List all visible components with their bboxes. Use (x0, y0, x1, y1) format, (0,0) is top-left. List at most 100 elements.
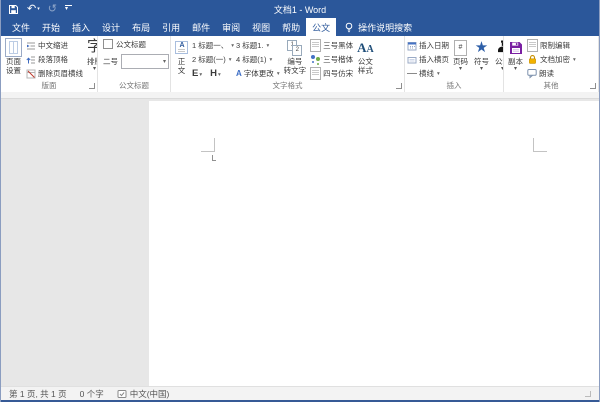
chevron-down-icon (459, 67, 462, 72)
checkbox-icon (103, 39, 113, 49)
ribbon-group-layout: 页面 设置 中文缩进 段落顶格 删除页眉横线 排 ▾ 版面 (1, 36, 98, 92)
floppy-disk-icon (509, 41, 523, 55)
page-setup-button[interactable]: 页面 设置 (3, 37, 24, 80)
paragraph-top-button[interactable]: 段落顶格 (26, 53, 83, 66)
number-to-text-button[interactable]: 12 编号转文字 (282, 37, 309, 80)
document-page[interactable] (149, 101, 599, 386)
lightbulb-icon (344, 22, 354, 33)
document-area (1, 99, 599, 386)
dialog-launcher-icon[interactable] (396, 83, 402, 89)
ribbon-group-doc-title: 公文标题 二号 公文标题 (98, 36, 171, 92)
redo-icon: ↺ (47, 2, 57, 15)
ribbon: 页面 设置 中文缩进 段落顶格 删除页眉横线 排 ▾ 版面 公文标题 二号 ▾ … (1, 36, 599, 92)
paragraph-top-icon (26, 55, 36, 65)
typeset-button[interactable]: 字 排版 (85, 37, 97, 80)
language-status[interactable]: 中文(中国) (117, 388, 169, 400)
people-icon (310, 54, 321, 65)
seal-button[interactable]: 公章 (493, 37, 503, 80)
hei-font-button[interactable]: 三号黑体 (310, 39, 353, 52)
group-label-doc-title: 公文标题 (119, 81, 149, 90)
heading2-button[interactable]: 2 标题(一) (192, 53, 234, 66)
lock-icon (527, 54, 538, 65)
horizontal-line-button[interactable]: 横线 (407, 67, 449, 80)
title-size-label: 二号 (103, 56, 118, 66)
ribbon-tab-bar: 文件 开始 插入 设计 布局 引用 邮件 审阅 视图 帮助 公文 操作说明搜索 (1, 18, 599, 36)
tab-references[interactable]: 引用 (156, 18, 186, 36)
tell-me-search[interactable]: 操作说明搜索 (336, 18, 420, 36)
tab-design[interactable]: 设计 (96, 18, 126, 36)
heading4-button[interactable]: 4 标题(1) (236, 53, 280, 66)
save-icon[interactable] (8, 4, 19, 15)
page-number-icon: # (454, 39, 467, 56)
insert-landscape-button[interactable]: 插入横页 (407, 53, 449, 66)
symbol-button[interactable]: ★ 符号 (472, 37, 491, 80)
font-change-button[interactable]: A 字体更改 (236, 67, 280, 80)
tab-layout[interactable]: 布局 (126, 18, 156, 36)
tab-file[interactable]: 文件 (6, 18, 36, 36)
ribbon-group-insert: 插入日期 插入横页 横线 # 页码 (405, 36, 504, 92)
official-style-button[interactable]: AA 公文 样式 (355, 37, 376, 80)
tab-help[interactable]: 帮助 (276, 18, 306, 36)
copy-button[interactable]: 副本 (506, 37, 525, 80)
body-text-icon: A (175, 41, 188, 54)
stamp-icon (496, 40, 503, 55)
ribbon-bottom-strip (1, 92, 599, 99)
remove-header-line-icon (26, 69, 36, 79)
status-bar: 第 1 页, 共 1 页 0 个字 中文(中国) (1, 386, 599, 400)
undo-icon[interactable]: ↶ (27, 3, 40, 15)
ribbon-group-text-format: A 正文 1 标题一、 2 标题(一) E H 3 标题1. 4 标题(1) A (171, 36, 405, 92)
tab-official-doc[interactable]: 公文 (306, 18, 337, 36)
kai-font-button[interactable]: 三号楷体 (310, 53, 353, 66)
resize-grip[interactable] (585, 390, 591, 397)
calendar-icon (407, 41, 417, 51)
horizontal-line-icon (407, 69, 417, 78)
star-icon: ★ (474, 39, 489, 56)
speech-bubble-icon (527, 68, 537, 79)
typeset-icon: 字 (87, 40, 97, 54)
tell-me-label: 操作说明搜索 (358, 22, 413, 33)
document-icon (310, 67, 322, 80)
tab-mailings[interactable]: 邮件 (186, 18, 216, 36)
text-cursor (212, 155, 216, 161)
group-label-layout: 版面 (41, 81, 57, 90)
read-aloud-button[interactable]: 朗读 (527, 67, 576, 80)
style-h-button[interactable]: H (210, 68, 221, 79)
dialog-launcher-icon[interactable] (590, 83, 596, 89)
tab-view[interactable]: 视图 (246, 18, 276, 36)
encrypt-button[interactable]: 文档加密 (527, 53, 576, 66)
chinese-indent-icon (26, 41, 36, 51)
restrict-edit-button[interactable]: 限制编辑 (527, 39, 576, 52)
number-to-text-icon: 12 (287, 39, 303, 56)
heading1-button[interactable]: 1 标题一、 (192, 39, 234, 52)
body-text-button[interactable]: A 正文 (173, 37, 190, 80)
official-title-checkbox[interactable]: 公文标题 (103, 37, 146, 51)
page-setup-icon (5, 38, 22, 57)
chevron-down-icon (514, 67, 517, 72)
customize-qat-icon[interactable] (64, 5, 72, 13)
proofing-icon (117, 389, 127, 399)
tab-insert[interactable]: 插入 (66, 18, 96, 36)
chevron-down-icon (480, 67, 483, 72)
crop-mark-top-left (201, 138, 215, 152)
title-font-combobox[interactable] (121, 53, 169, 69)
page-number-button[interactable]: # 页码 (451, 37, 470, 80)
window-title: 文档1 - Word (273, 4, 327, 15)
page-count-status[interactable]: 第 1 页, 共 1 页 (9, 388, 67, 400)
heading3-button[interactable]: 3 标题1. (236, 39, 280, 52)
dialog-launcher-icon[interactable] (89, 83, 95, 89)
fangsong-font-button[interactable]: 四号仿宋 (310, 67, 353, 80)
restrict-edit-icon (527, 39, 538, 52)
ribbon-group-other: 副本 限制编辑 文档加密 (504, 36, 599, 92)
insert-date-button[interactable]: 插入日期 (407, 39, 449, 52)
word-count-status[interactable]: 0 个字 (80, 388, 104, 400)
group-label-insert: 插入 (446, 81, 462, 90)
titlebar: ↶ ↺ 文档1 - Word (1, 0, 599, 18)
remove-header-line-button[interactable]: 删除页眉横线 (26, 67, 83, 80)
group-label-text-format: 文字格式 (272, 81, 303, 90)
chinese-indent-button[interactable]: 中文缩进 (26, 39, 83, 52)
tab-review[interactable]: 审阅 (216, 18, 246, 36)
font-change-icon: A (236, 69, 242, 78)
tab-home[interactable]: 开始 (36, 18, 66, 36)
style-e-button[interactable]: E (192, 68, 202, 79)
official-style-icon: AA (357, 39, 374, 55)
